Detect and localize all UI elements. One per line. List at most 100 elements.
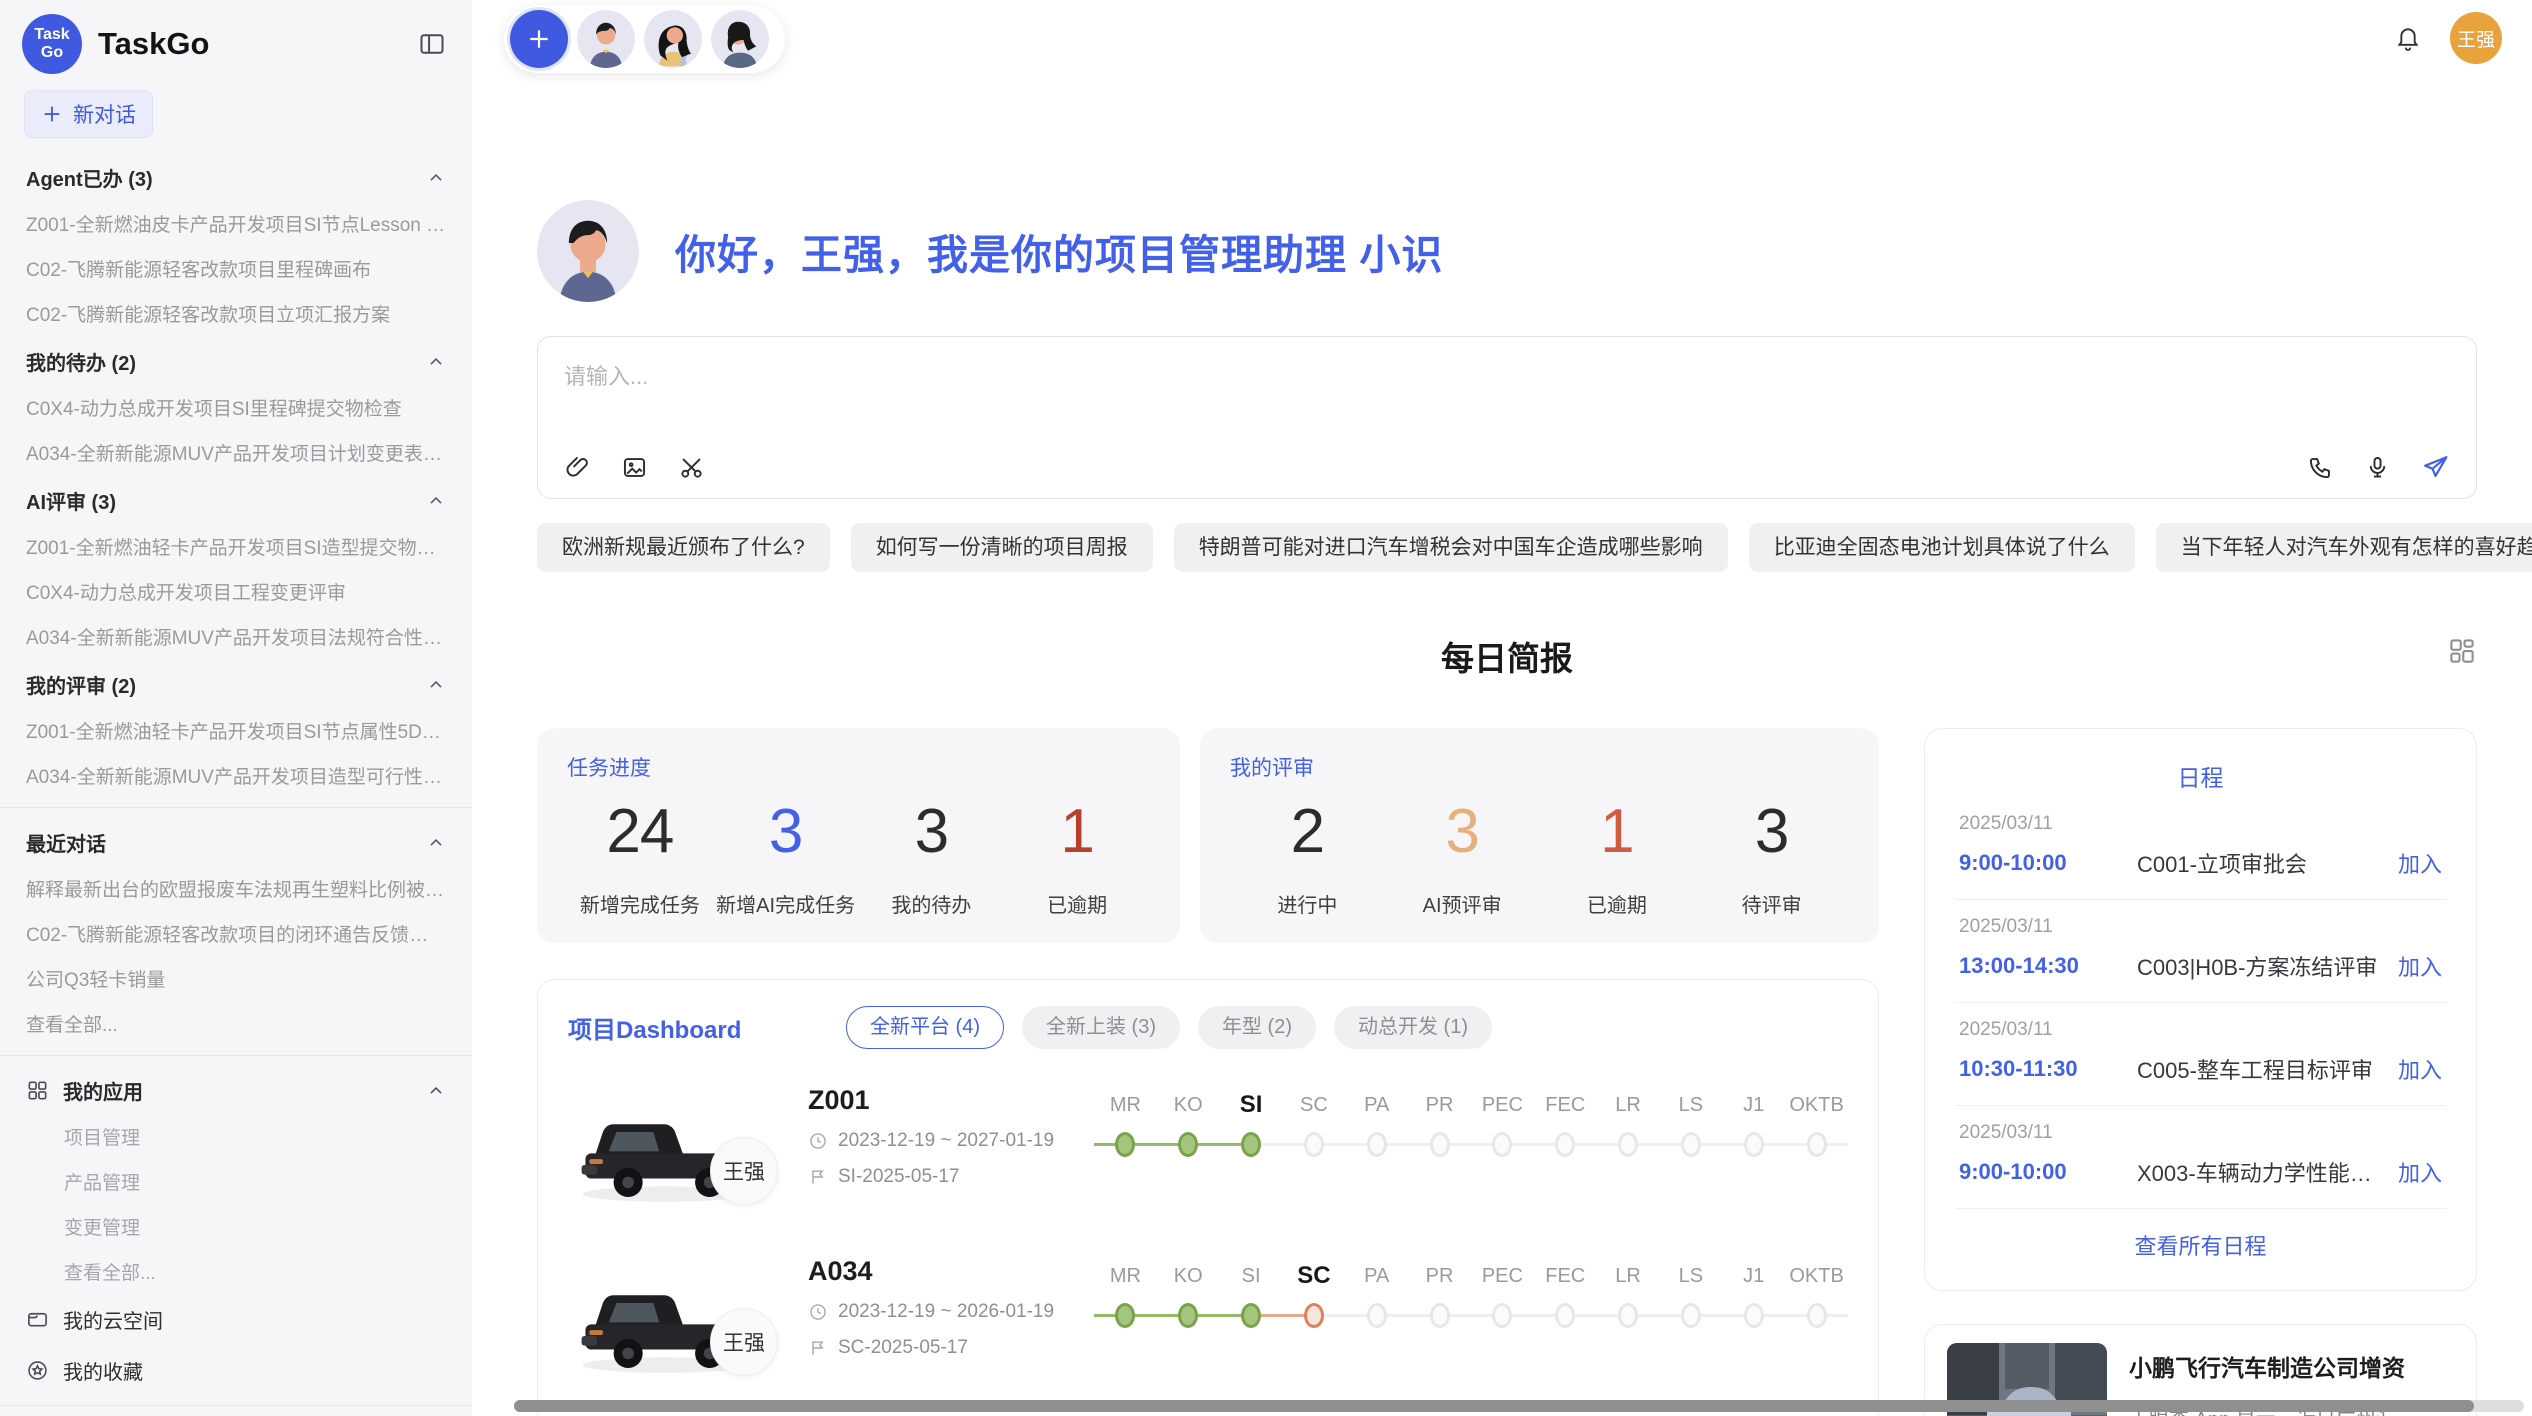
milestone-node [1367, 1132, 1387, 1157]
sidebar-task-item[interactable]: C02-飞腾新能源轻客改款项目立项汇报方案 [0, 291, 472, 336]
new-chat-button[interactable]: 新对话 [24, 90, 153, 138]
chevron-up-icon [426, 352, 446, 372]
app-sub-item[interactable]: 变更管理 [0, 1204, 472, 1249]
milestone-node [1807, 1303, 1827, 1328]
stat-value: 24 [567, 796, 713, 867]
scrollbar-thumb[interactable] [514, 1400, 2474, 1412]
milestone-node [1430, 1303, 1450, 1328]
milestone-stop [1220, 1294, 1283, 1338]
milestone-node [1492, 1303, 1512, 1328]
milestone-stop [1722, 1123, 1785, 1167]
milestone-node [1115, 1303, 1135, 1328]
stat-item: 3我的待办 [859, 796, 1005, 918]
suggestion-chip[interactable]: 如何写一份清晰的项目周报 [851, 523, 1153, 572]
sidebar-section-title: 我的评审 (2) [26, 670, 136, 699]
left-column: 任务进度24新增完成任务3新增AI完成任务3我的待办1已逾期我的评审2进行中3A… [537, 728, 1879, 1416]
app-sub-item[interactable]: 产品管理 [0, 1159, 472, 1204]
sidebar-task-item[interactable]: C0X4-动力总成开发项目SI里程碑提交物检查 [0, 385, 472, 430]
logo-line-2: Go [41, 44, 63, 62]
milestone-stop [1282, 1123, 1345, 1167]
stat-label: 已逾期 [1540, 889, 1695, 918]
suggestion-chip[interactable]: 特朗普可能对进口汽车增税会对中国车企造成哪些影响 [1174, 523, 1728, 572]
stat-value: 1 [1540, 796, 1695, 867]
suggestion-chip[interactable]: 欧洲新规最近颁布了什么? [537, 523, 830, 572]
dashboard-tab[interactable]: 全新上装 (3) [1022, 1006, 1180, 1049]
sidebar-task-item[interactable]: Z001-全新燃油皮卡产品开发项目SI节点Lesson Learn报告 [0, 201, 472, 246]
schedule-item: 2025/03/1110:30-11:30C005-整车工程目标评审加入 [1955, 1003, 2446, 1106]
sidebar-section-header[interactable]: 我的评审 (2) [0, 659, 472, 708]
sidebar-task-item[interactable]: A034-全新新能源MUV产品开发项目法规符合性评审 [0, 614, 472, 659]
add-agent-button[interactable] [510, 10, 568, 68]
phone-call-icon[interactable] [2307, 454, 2334, 481]
milestone-node [1304, 1303, 1324, 1328]
microphone-icon[interactable] [2364, 454, 2391, 481]
project-row[interactable]: 王强A0342023-12-19 ~ 2026-01-19SC-2025-05-… [568, 1246, 1848, 1391]
schedule-join-link[interactable]: 加入 [2398, 1156, 2442, 1188]
stat-card: 我的评审2进行中3AI预评审1已逾期3待评审 [1200, 728, 1879, 943]
hero: 你好，王强，我是你的项目管理助理 小识 [537, 200, 2477, 302]
sidebar-task-item[interactable]: C02-飞腾新能源轻客改款项目里程碑画布 [0, 246, 472, 291]
sidebar-section-header[interactable]: AI评审 (3) [0, 475, 472, 524]
milestone-label: MR [1094, 1258, 1157, 1294]
sidebar-section-title: AI评审 (3) [26, 486, 116, 515]
schedule-event-title: C001-立项审批会 [2137, 847, 2384, 879]
recent-chat-item[interactable]: C02-飞腾新能源轻客改款项目的闭环通告反馈情况 [0, 911, 472, 956]
sidebar-task-item[interactable]: A034-全新新能源MUV产品开发项目造型可行性评审 [0, 753, 472, 798]
milestone-node [1618, 1132, 1638, 1157]
milestone-label: OKTB [1785, 1087, 1848, 1123]
app-sub-item[interactable]: 项目管理 [0, 1114, 472, 1159]
member-avatar[interactable] [711, 10, 769, 68]
attachment-icon[interactable] [564, 454, 591, 481]
milestone-node [1744, 1132, 1764, 1157]
sidebar-section-header[interactable]: Agent已办 (3) [0, 152, 472, 201]
milestone-label: SC [1282, 1258, 1345, 1294]
schedule-view-all[interactable]: 查看所有日程 [1955, 1209, 2446, 1281]
suggestion-chip[interactable]: 当下年轻人对汽车外观有怎样的喜好趋势 [2156, 523, 2532, 572]
user-avatar[interactable]: 王强 [2450, 12, 2502, 64]
stat-item: 3新增AI完成任务 [713, 796, 859, 918]
recent-chat-item[interactable]: 公司Q3轻卡销量 [0, 956, 472, 1001]
image-icon[interactable] [621, 454, 648, 481]
recent-chats-header[interactable]: 最近对话 [0, 817, 472, 866]
member-avatar[interactable] [644, 10, 702, 68]
dashboard-tab[interactable]: 全新平台 (4) [846, 1006, 1004, 1049]
recent-view-all[interactable]: 查看全部... [0, 1001, 472, 1046]
sidebar-task-item[interactable]: C0X4-动力总成开发项目工程变更评审 [0, 569, 472, 614]
schedule-join-link[interactable]: 加入 [2398, 1053, 2442, 1085]
milestone-node [1304, 1132, 1324, 1157]
schedule-join-link[interactable]: 加入 [2398, 847, 2442, 879]
sidebar-task-item[interactable]: A034-全新新能源MUV产品开发项目计划变更表编写 [0, 430, 472, 475]
dashboard-tab[interactable]: 年型 (2) [1198, 1006, 1316, 1049]
member-avatar[interactable] [577, 10, 635, 68]
send-icon[interactable] [2421, 453, 2450, 482]
schedule-join-link[interactable]: 加入 [2398, 950, 2442, 982]
sidebar-task-item[interactable]: Z001-全新燃油轻卡产品开发项目SI造型提交物评审 [0, 524, 472, 569]
milestone-labels: MRKOSISCPAPRPECFECLRLSJ1OKTB [1094, 1087, 1848, 1123]
milestone-node [1744, 1303, 1764, 1328]
milestone-label: LS [1659, 1087, 1722, 1123]
layout-grid-icon[interactable] [2447, 636, 2477, 666]
my-apps-header[interactable]: 我的应用 [0, 1065, 472, 1114]
project-row[interactable]: 王强Z0012023-12-19 ~ 2027-01-19SI-2025-05-… [568, 1075, 1848, 1220]
recent-chat-item[interactable]: 解释最新出台的欧盟报废车法规再生塑料比例被调至15%... [0, 866, 472, 911]
sidebar-item-favorites[interactable]: 我的收藏 [0, 1345, 472, 1396]
dashboard-tab[interactable]: 动总开发 (1) [1334, 1006, 1492, 1049]
my-apps-title: 我的应用 [63, 1076, 412, 1105]
project-flag-text: SI-2025-05-17 [838, 1166, 959, 1188]
sidebar-collapse-icon[interactable] [418, 30, 446, 58]
message-input[interactable] [564, 359, 2450, 423]
logo-line-1: Task [34, 26, 69, 44]
app-sub-item[interactable]: 查看全部... [0, 1249, 472, 1294]
sidebar-item-cloud-space[interactable]: 我的云空间 [0, 1294, 472, 1345]
chevron-up-icon [426, 833, 446, 853]
notification-bell-icon[interactable] [2394, 24, 2422, 52]
milestone-stop [1722, 1294, 1785, 1338]
schedule-line: 9:00-10:00X003-车辆动力学性能验...加入 [1959, 1156, 2442, 1188]
app-title: TaskGo [98, 26, 418, 62]
sidebar-task-item[interactable]: Z001-全新燃油轻卡产品开发项目SI节点属性5D文件评审 [0, 708, 472, 753]
sidebar-section-header[interactable]: 我的待办 (2) [0, 336, 472, 385]
milestone-stop [1282, 1294, 1345, 1338]
suggestion-chip[interactable]: 比亚迪全固态电池计划具体说了什么 [1749, 523, 2135, 572]
schedule-title: 日程 [1955, 751, 2446, 797]
scissors-icon[interactable] [678, 454, 705, 481]
